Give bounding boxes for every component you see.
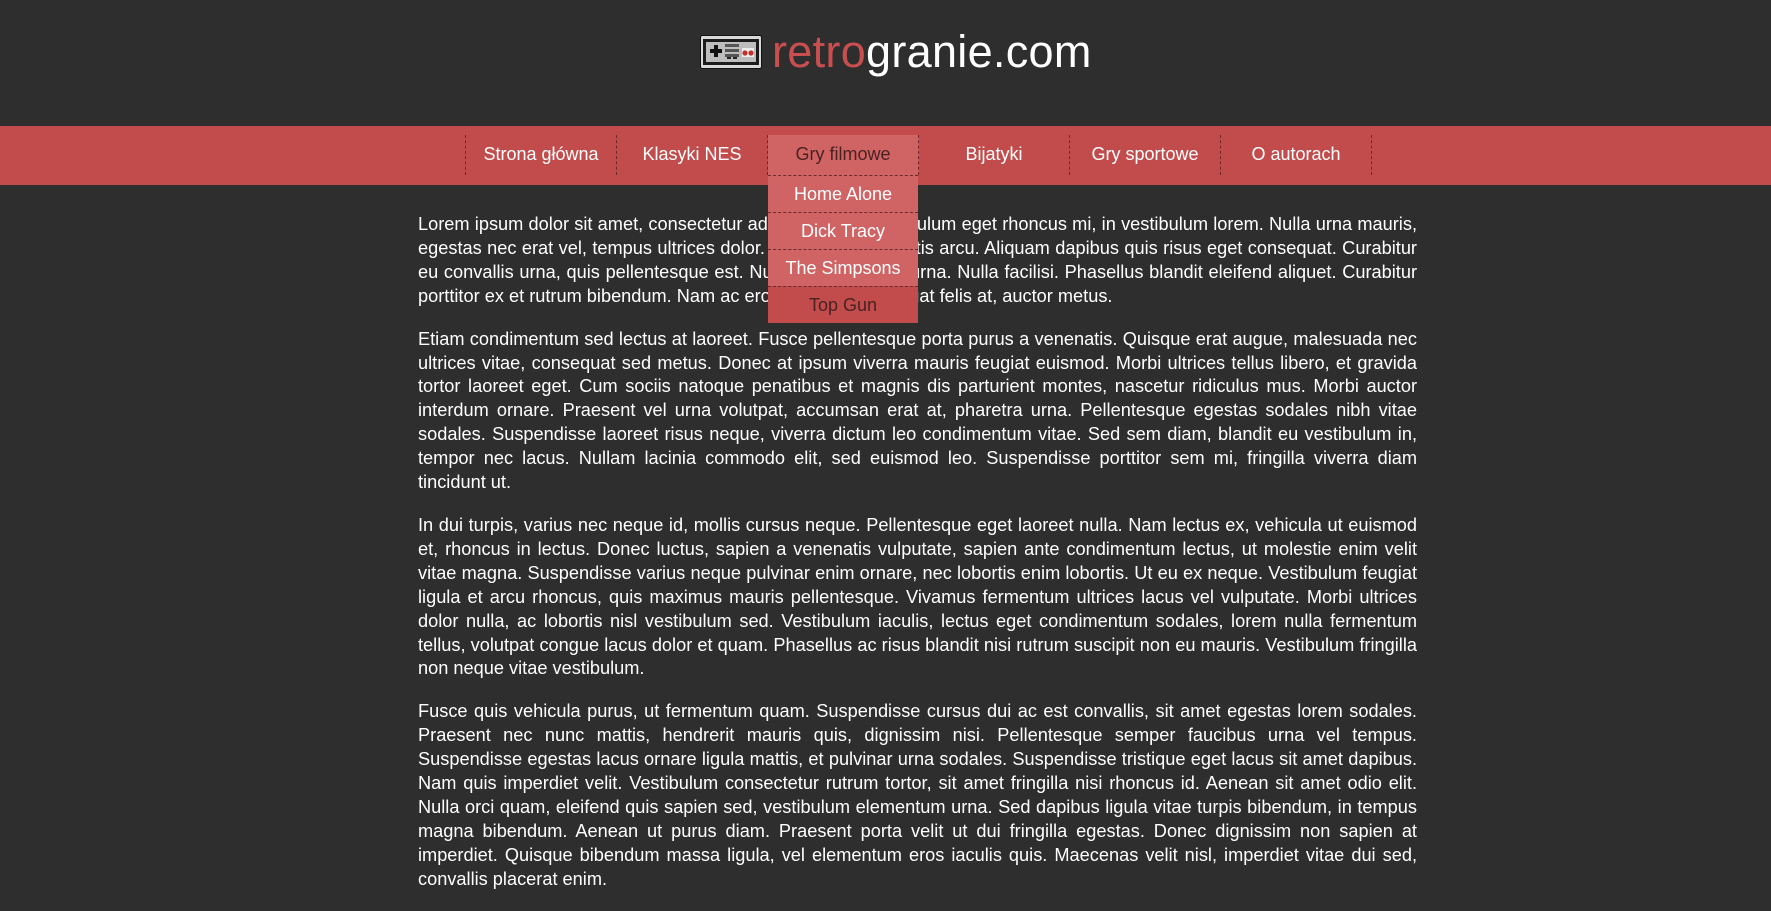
dropdown-item-top-gun[interactable]: Top Gun [768, 286, 918, 323]
gry-filmowe-dropdown: Home Alone Dick Tracy The Simpsons Top G… [768, 175, 918, 323]
brand-name-white: granie.com [866, 26, 1092, 77]
content-paragraph: Etiam condimentum sed lectus at laoreet.… [418, 328, 1417, 493]
dropdown-item-home-alone[interactable]: Home Alone [768, 175, 918, 212]
site-header: retrogranie.com [0, 0, 1771, 126]
nav-item-o-autorach[interactable]: O autorach [1221, 135, 1372, 175]
dropdown-item-dick-tracy[interactable]: Dick Tracy [768, 212, 918, 249]
dropdown-item-the-simpsons[interactable]: The Simpsons [768, 249, 918, 286]
nav-item-gry-filmowe-label: Gry filmowe [795, 144, 891, 164]
main-navbar: Strona główna Klasyki NES Gry filmowe Ho… [0, 126, 1771, 323]
nes-controller-icon [700, 35, 762, 69]
brand-name-red: retro [772, 26, 867, 77]
nav-item-strona-glowna[interactable]: Strona główna [466, 135, 617, 175]
main-nav: Strona główna Klasyki NES Gry filmowe Ho… [465, 135, 1372, 323]
site-logo[interactable]: retrogranie.com [700, 28, 1092, 76]
brand-name: retrogranie.com [772, 28, 1092, 76]
content-paragraph: In dui turpis, varius nec neque id, moll… [418, 514, 1417, 679]
nav-item-gry-sportowe[interactable]: Gry sportowe [1070, 135, 1221, 175]
nav-item-klasyki-nes[interactable]: Klasyki NES [617, 135, 768, 175]
nav-item-bijatyki[interactable]: Bijatyki [919, 135, 1070, 175]
nav-item-gry-filmowe[interactable]: Gry filmowe Home Alone Dick Tracy The Si… [768, 135, 919, 323]
content-paragraph: Fusce quis vehicula purus, ut fermentum … [418, 701, 1417, 889]
